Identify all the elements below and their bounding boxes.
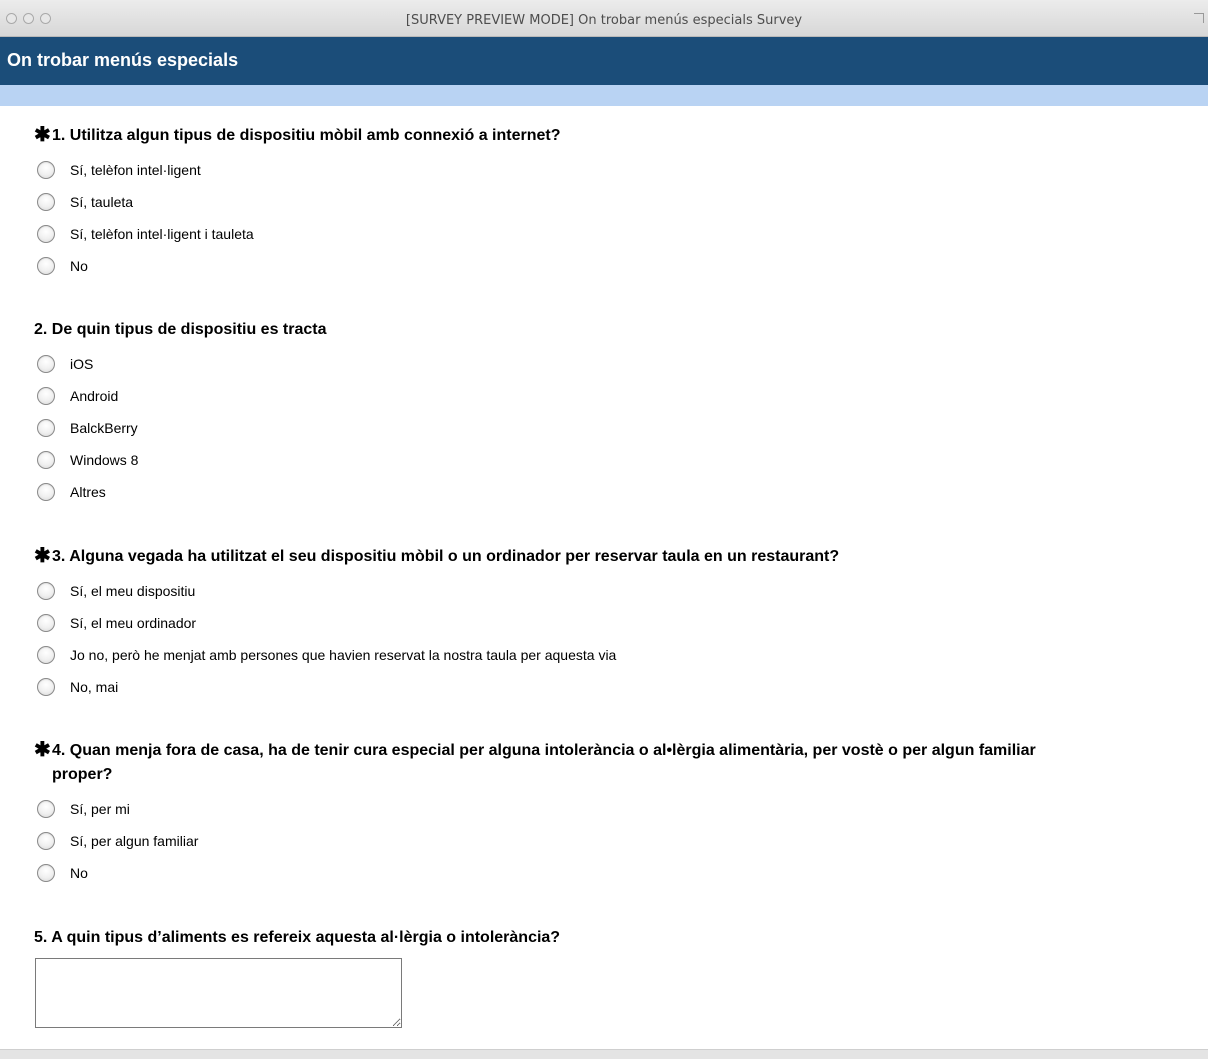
question-3-title: ✱ 3. Alguna vegada ha utilitzat el seu d…: [34, 545, 1174, 569]
radio-button[interactable]: [37, 193, 55, 211]
question-1: ✱ 1. Utilitza algun tipus de dispositiu …: [0, 124, 1208, 282]
radio-button[interactable]: [37, 451, 55, 469]
option-label: Sí, per algun familiar: [70, 833, 199, 849]
option-label: No: [70, 865, 88, 881]
option-q1-2[interactable]: Sí, tauleta: [0, 186, 1208, 218]
option-q1-4[interactable]: No: [0, 250, 1208, 282]
option-label: Sí, per mi: [70, 801, 130, 817]
option-q4-1[interactable]: Sí, per mi: [0, 793, 1208, 825]
option-label: No, mai: [70, 679, 119, 695]
radio-button[interactable]: [37, 387, 55, 405]
question-5-title: 5. A quin tipus d’aliments es refereix a…: [34, 929, 561, 946]
question-1-text: 1. Utilitza algun tipus de dispositiu mò…: [52, 127, 561, 144]
required-star-icon: ✱: [34, 739, 51, 761]
option-label: Sí, telèfon intel·ligent i tauleta: [70, 226, 254, 242]
fullscreen-icon[interactable]: [1194, 13, 1204, 23]
radio-button[interactable]: [37, 582, 55, 600]
option-label: Windows 8: [70, 452, 139, 468]
required-star-icon: ✱: [34, 545, 51, 567]
survey-header: On trobar menús especials: [0, 37, 1208, 85]
question-3-text: 3. Alguna vegada ha utilitzat el seu dis…: [52, 548, 840, 565]
question-4-text-line1: 4. Quan menja fora de casa, ha de tenir …: [52, 742, 1036, 759]
option-q2-3[interactable]: BalckBerry: [0, 412, 1208, 444]
radio-button[interactable]: [37, 646, 55, 664]
question-3-options: Sí, el meu dispositiu Sí, el meu ordinad…: [0, 575, 1208, 703]
question-4-options: Sí, per mi Sí, per algun familiar No: [0, 793, 1208, 889]
radio-button[interactable]: [37, 832, 55, 850]
survey-title: On trobar menús especials: [7, 50, 239, 70]
radio-button[interactable]: [37, 678, 55, 696]
option-label: Altres: [70, 484, 106, 500]
option-label: Sí, el meu ordinador: [70, 615, 197, 631]
option-q1-3[interactable]: Sí, telèfon intel·ligent i tauleta: [0, 218, 1208, 250]
option-q3-1[interactable]: Sí, el meu dispositiu: [0, 575, 1208, 607]
question-4-text-line2: proper?: [52, 766, 113, 783]
option-q1-1[interactable]: Sí, telèfon intel·ligent: [0, 154, 1208, 186]
option-q2-1[interactable]: iOS: [0, 348, 1208, 380]
question-5-answer-field[interactable]: [35, 958, 402, 1028]
option-label: Sí, el meu dispositiu: [70, 583, 196, 599]
option-q2-5[interactable]: Altres: [0, 476, 1208, 508]
question-4-title: ✱ 4. Quan menja fora de casa, ha de teni…: [34, 739, 1174, 787]
option-q2-2[interactable]: Android: [0, 380, 1208, 412]
radio-button[interactable]: [37, 225, 55, 243]
radio-button[interactable]: [37, 161, 55, 179]
progress-band: [0, 85, 1208, 106]
radio-button[interactable]: [37, 257, 55, 275]
window-title: [SURVEY PREVIEW MODE] On trobar menús es…: [405, 13, 803, 28]
question-1-title: ✱ 1. Utilitza algun tipus de dispositiu …: [34, 124, 1174, 148]
option-label: BalckBerry: [70, 420, 138, 436]
question-1-options: Sí, telèfon intel·ligent Sí, tauleta Sí,…: [0, 154, 1208, 282]
radio-button[interactable]: [37, 614, 55, 632]
question-2-options: iOS Android BalckBerry Windows 8 Altres: [0, 348, 1208, 508]
option-q2-4[interactable]: Windows 8: [0, 444, 1208, 476]
required-star-icon: ✱: [34, 124, 51, 146]
option-q4-2[interactable]: Sí, per algun familiar: [0, 825, 1208, 857]
radio-button[interactable]: [37, 483, 55, 501]
question-2-title: 2. De quin tipus de dispositiu es tracta: [34, 321, 327, 338]
radio-button[interactable]: [37, 355, 55, 373]
option-q4-3[interactable]: No: [0, 857, 1208, 889]
option-label: Sí, tauleta: [70, 194, 134, 210]
option-q3-3[interactable]: Jo no, però he menjat amb persones que h…: [0, 639, 1208, 671]
radio-button[interactable]: [37, 419, 55, 437]
question-3: ✱ 3. Alguna vegada ha utilitzat el seu d…: [0, 545, 1208, 703]
option-label: Sí, telèfon intel·ligent: [70, 162, 201, 178]
window-titlebar: [SURVEY PREVIEW MODE] On trobar menús es…: [0, 0, 1208, 37]
option-label: Jo no, però he menjat amb persones que h…: [70, 647, 617, 663]
footer-bar: [0, 1049, 1208, 1059]
radio-button[interactable]: [37, 864, 55, 882]
option-label: No: [70, 258, 88, 274]
option-q3-2[interactable]: Sí, el meu ordinador: [0, 607, 1208, 639]
option-q3-4[interactable]: No, mai: [0, 671, 1208, 703]
radio-button[interactable]: [37, 800, 55, 818]
option-label: Android: [70, 388, 119, 404]
question-2: 2. De quin tipus de dispositiu es tracta…: [0, 318, 1208, 508]
option-label: iOS: [70, 356, 94, 372]
question-5: 5. A quin tipus d’aliments es refereix a…: [0, 926, 1208, 950]
question-4: ✱ 4. Quan menja fora de casa, ha de teni…: [0, 739, 1208, 889]
